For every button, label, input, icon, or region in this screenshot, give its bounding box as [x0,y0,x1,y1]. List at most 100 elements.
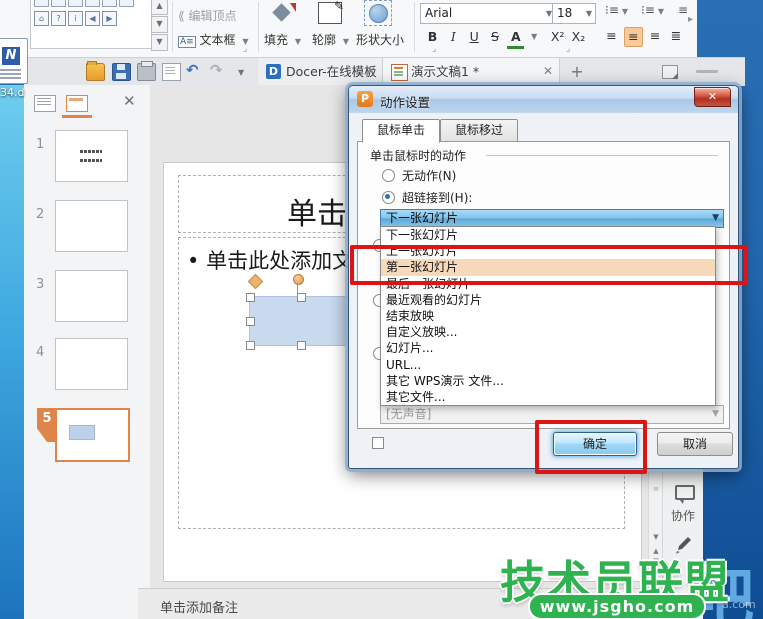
open-file-icon[interactable] [86,61,105,81]
selected-shape[interactable] [249,296,353,346]
body-text-label: 单击此处添加文 [206,249,354,273]
slide-thumbnail-2[interactable] [55,200,128,252]
shape-icon[interactable] [68,0,83,7]
shape-icon[interactable] [119,0,134,7]
resize-handle[interactable] [297,341,306,350]
gallery-more-button[interactable]: ▼ [151,34,168,51]
new-tab-button[interactable]: + [564,58,590,85]
shape-size-icon[interactable] [364,0,392,26]
shape-icon[interactable] [85,0,100,7]
scroll-down-icon[interactable]: ▼ [651,533,661,541]
desktop-file-icon[interactable]: N [0,38,28,84]
tab-presentation-1[interactable]: 演示文稿1 * ✕ [383,58,560,85]
resize-handle[interactable] [246,341,255,350]
print-preview-icon[interactable] [162,63,181,81]
list-item-url[interactable]: URL... [381,357,715,373]
slide-thumbnail-4[interactable] [55,338,128,390]
outline-icon[interactable]: ✎ [318,0,344,24]
list-item-other-file[interactable]: 其它文件... [381,389,715,405]
undo-icon[interactable]: ↶ [186,62,199,78]
rotate-handle[interactable] [293,274,304,285]
desktop-file-label: 34.d [0,86,25,99]
close-icon[interactable]: ✕ [366,58,376,85]
collaborate-chat-icon[interactable] [675,485,695,504]
document-tab-bar: ↶ ↷ ▼ D Docer-在线模板 ✕ 演示文稿1 * ✕ + [24,57,745,86]
list-item-end-show[interactable]: 结束放映 [381,308,715,324]
ribbon-separator [172,2,173,52]
minimize-icon[interactable] [696,70,718,73]
tab-mouse-click[interactable]: 鼠标单击 [362,119,440,143]
dialog-titlebar[interactable]: P 动作设置 ✕ [349,86,738,113]
list-item-custom-show[interactable]: 自定义放映... [381,324,715,340]
radio-no-action[interactable] [382,169,395,182]
action-button-help-icon[interactable]: ? [51,11,66,26]
font-color-button[interactable]: A [507,28,525,49]
list-item-other-wps-file[interactable]: 其它 WPS演示 文件... [381,373,715,389]
action-button-back-icon[interactable]: ◀ [85,11,100,26]
qat-dropdown-icon[interactable]: ▼ [238,68,244,77]
dialog-launcher-icon[interactable]: ⌟ [566,44,570,54]
gallery-up-button[interactable]: ▲ [151,0,168,15]
shape-size-button[interactable]: 形状大小 [356,31,404,48]
indent-button[interactable]: ≡ [678,3,688,17]
list-item-slide[interactable]: 幻灯片... [381,340,715,356]
align-center-button[interactable]: ≡ [623,27,643,47]
radio-hyperlink-selected[interactable] [382,191,395,204]
dialog-launcher-icon[interactable]: ⌟ [243,44,247,54]
arrange-windows-icon[interactable] [662,65,678,80]
ribbon-expand-icon[interactable]: ▸ [688,14,693,25]
ribbon-toolbar: ⌂? i ◀ ▶ ▲ ▼ ▼ ⟪ 编辑顶点 A≡ 文本框 ▼ ⌟ 填充 ▼ ✎ 轮廓 … [0,0,697,58]
numbered-list-button[interactable]: ⁝≡ ▼ [641,3,664,17]
slide-thumbnail-3[interactable] [55,270,128,322]
close-icon[interactable]: ✕ [123,92,136,110]
subscript-button[interactable]: X₂ [570,28,587,46]
shape-size-label: 形状大小 [356,33,405,47]
action-button-info-icon[interactable]: i [68,11,83,26]
slide-thumbnail-5-selected[interactable] [55,408,130,462]
notes-placeholder: 单击添加备注 [160,601,239,616]
gallery-down-button[interactable]: ▼ [151,16,168,33]
resize-handle[interactable] [246,293,255,302]
strikethrough-button[interactable]: S [486,28,503,46]
chevron-down-icon: ▼ [294,37,301,46]
fill-button[interactable]: 填充 ▼ [264,31,301,48]
bold-button[interactable]: B [424,28,441,46]
action-button-forward-icon[interactable]: ▶ [102,11,117,26]
resize-handle[interactable] [297,293,306,302]
sound-combobox-value: [无声音] [386,407,432,421]
align-justify-button[interactable]: ≣ [667,27,684,45]
edit-vertex-button[interactable]: ⟪ 编辑顶点 [178,7,237,24]
outline-button[interactable]: 轮廓 ▼ [312,31,349,48]
shape-icon[interactable] [51,0,66,7]
tab-mouse-over[interactable]: 鼠标移过 [440,119,518,142]
underline-button[interactable]: U [466,28,483,46]
font-name-select[interactable]: Arial ▼ [420,3,556,24]
dialog-close-button[interactable]: ✕ [694,87,731,107]
shape-gallery[interactable]: ⌂? i ◀ ▶ [30,0,152,49]
desktop-edge [0,85,24,619]
combobox-value: 下一张幻灯片 [386,211,459,225]
checkbox-peek[interactable] [372,437,384,449]
redo-icon[interactable]: ↷ [210,62,223,78]
list-item-next-slide[interactable]: 下一张幻灯片 [381,227,715,243]
shape-icon[interactable] [34,0,49,7]
cancel-button[interactable]: 取消 [657,432,733,456]
bullet-list-button[interactable]: ⁝≡ ▼ [605,3,628,17]
close-icon[interactable]: ✕ [543,58,553,85]
shape-icon[interactable] [102,0,117,7]
list-item-last-viewed-slide[interactable]: 最近观看的幻灯片 [381,292,715,308]
align-left-button[interactable]: ≡ [603,27,620,45]
text-box-button[interactable]: A≡ 文本框 ▼ [178,31,249,48]
resize-handle[interactable] [246,317,255,326]
slides-view-icon[interactable] [66,95,88,112]
print-icon[interactable] [137,61,156,81]
fill-icon[interactable] [272,2,296,24]
superscript-button[interactable]: X² [549,28,566,46]
align-right-button[interactable]: ≡ [647,27,664,45]
tab-docer-online-templates[interactable]: D Docer-在线模板 ✕ [258,58,383,85]
action-button-home-icon[interactable]: ⌂ [34,11,49,26]
italic-button[interactable]: I [445,28,462,46]
slide-thumbnail-1[interactable] [55,130,128,182]
font-size-select[interactable]: 18 ▼ [552,3,596,24]
save-icon[interactable] [112,63,131,81]
